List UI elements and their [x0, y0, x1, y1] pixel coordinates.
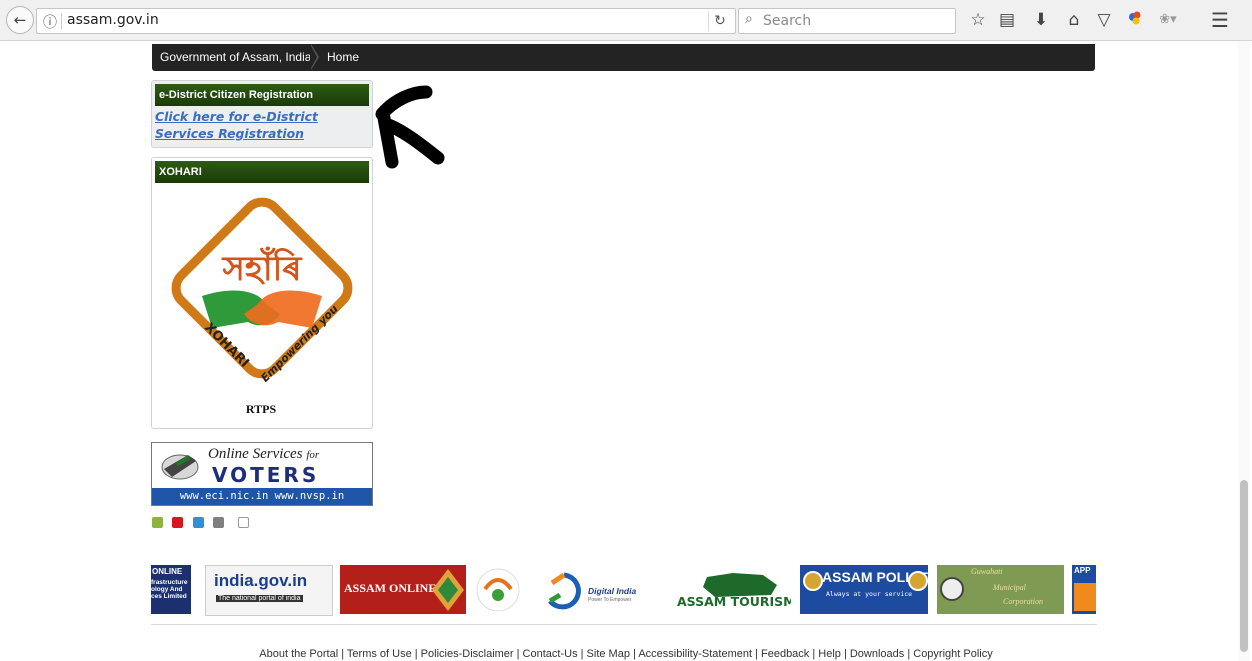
app-logo-mark	[1074, 583, 1096, 611]
search-placeholder: Search	[763, 13, 812, 29]
registration-heading: e-District Citizen Registration	[155, 84, 369, 106]
breadcrumb-separator-inner	[310, 44, 317, 70]
app-logo-title: APP	[1074, 566, 1091, 575]
theme-green-swatch[interactable]	[152, 517, 163, 528]
voters-line1: Online Services for	[208, 446, 320, 462]
assam-online-logo[interactable]: ASSAM ONLINE	[340, 565, 466, 614]
url-text[interactable]: assam.gov.in	[67, 12, 159, 28]
registration-link-line1[interactable]: Click here for e-District	[155, 109, 318, 124]
reading-list-icon[interactable]: ▤	[996, 9, 1018, 31]
scrollbar-thumb[interactable]	[1240, 480, 1248, 652]
sewa-setu-logo[interactable]	[473, 565, 523, 614]
assam-police-sub: Always at your service	[826, 590, 913, 598]
extension-icon[interactable]	[1124, 9, 1146, 33]
site-info-icon[interactable]: ⓘ	[43, 12, 57, 32]
pocket-icon[interactable]: ▽	[1093, 9, 1115, 31]
india-gov-title: india.gov.in	[214, 571, 308, 590]
india-gov-sub: The national portal of india	[216, 595, 303, 602]
ballot-hand-icon	[161, 454, 199, 480]
digital-india-title: Digital India	[588, 586, 637, 596]
footer-divider	[151, 624, 1097, 625]
app-logo[interactable]: APP	[1072, 565, 1096, 614]
rtps-caption: RTPS	[245, 402, 277, 416]
assam-tourism-logo[interactable]: ASSAM TOURISM	[673, 565, 791, 614]
voters-banner-top: Online Services for VOTERS	[152, 443, 372, 488]
voters-sites: www.eci.nic.in www.nvsp.in	[152, 488, 372, 505]
assam-tourism-title: ASSAM TOURISM	[677, 594, 791, 609]
home-icon[interactable]: ⌂	[1063, 9, 1085, 31]
gmc-line: Guwahati	[971, 567, 1003, 576]
guwahati-municipal-logo[interactable]: Guwahati Municipal Corporation	[937, 565, 1064, 614]
voters-line2: VOTERS	[212, 463, 320, 487]
extension-icon[interactable]: ❀▾	[1157, 9, 1179, 31]
xohari-heading: XOHARI	[155, 161, 369, 183]
online-logo-line: ology And	[151, 586, 183, 593]
police-emblem-right-icon	[908, 571, 928, 591]
xohari-logo[interactable]: সহাঁৰি XOHARI Empowering you	[162, 188, 362, 388]
theme-white-swatch[interactable]	[238, 517, 249, 528]
digital-india-sub: Power To Empower	[588, 597, 632, 603]
bookmark-star-icon[interactable]: ☆	[967, 9, 989, 31]
registration-link-line2[interactable]: Services Registration	[155, 126, 304, 141]
search-icon: ⌕	[745, 11, 753, 27]
online-logo-line: frastructure	[151, 579, 188, 586]
reload-icon[interactable]: ↻	[708, 11, 731, 31]
partner-logos-row: ONLINE frastructure ology And ces Limite…	[151, 565, 1096, 616]
gmc-emblem-icon	[940, 577, 964, 601]
digital-india-icon	[548, 572, 581, 610]
registration-panel: e-District Citizen Registration Click he…	[151, 80, 373, 148]
url-separator	[61, 13, 62, 29]
xohari-panel: XOHARI সহাঁৰি XOHARI Empowering you RTPS	[151, 157, 373, 429]
india-gov-logo[interactable]: india.gov.in The national portal of indi…	[205, 565, 333, 616]
breadcrumb-item-home[interactable]: Home	[327, 50, 359, 64]
digital-india-logo[interactable]: Digital India Power To Empower	[544, 565, 654, 614]
e-district-registration-link[interactable]: Click here for e-District Services Regis…	[155, 108, 325, 142]
online-logo-line: ces Limited	[151, 593, 187, 600]
online-logo-title: ONLINE	[152, 567, 183, 576]
theme-blue-swatch[interactable]	[193, 517, 204, 528]
online-logo[interactable]: ONLINE frastructure ology And ces Limite…	[151, 565, 191, 614]
back-icon[interactable]: ←	[6, 6, 34, 34]
mekhela-pattern-icon	[432, 569, 464, 611]
annotation-arrow-icon	[375, 85, 445, 169]
download-icon[interactable]: ⬇	[1030, 9, 1052, 31]
url-bar[interactable]: ⓘ assam.gov.in ↻	[36, 8, 736, 34]
breadcrumb: Government of Assam, India Home	[152, 44, 1095, 71]
theme-grey-swatch[interactable]	[213, 517, 224, 528]
assam-police-logo[interactable]: ASSAM POLICE Always at your service	[800, 565, 928, 614]
voters-line1-small: for	[306, 449, 320, 461]
voters-banner[interactable]: Online Services for VOTERS www.eci.nic.i…	[151, 442, 373, 506]
xohari-logo-script: সহাঁৰি	[221, 246, 303, 289]
search-input[interactable]: ⌕ Search	[738, 8, 956, 34]
breadcrumb-item-government[interactable]: Government of Assam, India	[160, 50, 311, 64]
browser-toolbar: ← ⓘ assam.gov.in ↻ ⌕ Search ☆ ▤ ⬇ ⌂ ▽ ❀▾…	[0, 0, 1252, 41]
assam-online-title: ASSAM ONLINE	[344, 581, 437, 595]
footer-links[interactable]: About the Portal | Terms of Use | Polici…	[0, 648, 1252, 660]
menu-icon[interactable]: ☰	[1209, 9, 1231, 31]
gmc-line: Municipal	[993, 583, 1026, 592]
police-emblem-icon	[803, 571, 823, 591]
theme-red-swatch[interactable]	[172, 517, 183, 528]
gmc-line: Corporation	[1003, 597, 1044, 606]
